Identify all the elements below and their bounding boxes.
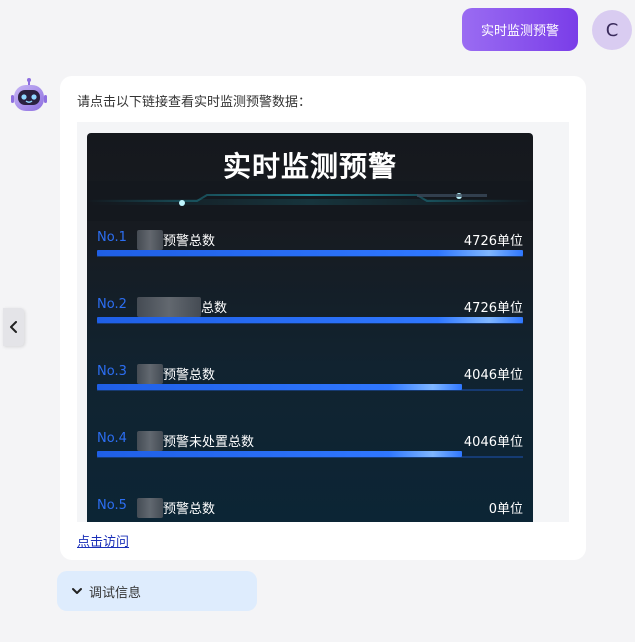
user-avatar-letter: C: [605, 19, 619, 41]
ranking-row: No.4 预警未处置总数 4046单位: [97, 431, 523, 471]
ranking-item-name: 总数: [201, 301, 228, 316]
user-message-bubble: 实时监测预警: [462, 8, 578, 51]
progress-fill: [97, 250, 523, 256]
dashboard-header-decoration: [87, 181, 533, 221]
redacted-name-block: [137, 297, 201, 317]
ranking-value: 4046单位: [463, 435, 523, 450]
ranking-item-name: 预警总数: [163, 368, 216, 383]
visit-link[interactable]: 点击访问: [77, 531, 129, 550]
user-avatar[interactable]: C: [592, 10, 632, 50]
chevron-left-icon: [9, 321, 17, 333]
ranking-number: No.5: [97, 498, 127, 513]
debug-info-toggle[interactable]: 调试信息: [57, 571, 257, 611]
monitoring-dashboard-preview[interactable]: 实时监测预警 No.1 预警总数 4726单位 No.2 总数 4726单位 No.3 预警总…: [87, 133, 533, 522]
ranking-row: No.1 预警总数 4726单位: [97, 230, 523, 270]
ranking-number: No.2: [97, 297, 127, 312]
ranking-value: 4726单位: [463, 301, 523, 316]
ranking-item-name: 预警总数: [163, 502, 216, 517]
chevron-down-icon: [72, 588, 82, 594]
ranking-value: 0单位: [488, 502, 523, 517]
progress-fill: [97, 384, 462, 390]
ranking-row: No.3 预警总数 4046单位: [97, 364, 523, 404]
ranking-item-name: 预警总数: [163, 234, 216, 249]
redacted-name-block: [137, 364, 163, 384]
ranking-value: 4046单位: [463, 368, 523, 383]
progress-fill: [97, 317, 523, 323]
ranking-row: No.5 预警总数 0单位: [97, 498, 523, 522]
bot-intro-text: 请点击以下链接查看实时监测预警数据：: [77, 95, 312, 110]
redacted-name-block: [137, 431, 163, 451]
ranking-number: No.1: [97, 230, 127, 245]
progress-fill: [97, 451, 462, 457]
debug-info-label: 调试信息: [89, 585, 142, 601]
ranking-item-name: 预警未处置总数: [163, 435, 255, 450]
sidebar-toggle-button[interactable]: [3, 308, 24, 346]
ranking-number: No.4: [97, 431, 127, 446]
redacted-name-block: [137, 498, 163, 518]
ranking-value: 4726单位: [463, 234, 523, 249]
dashboard-title: 实时监测预警: [222, 150, 397, 183]
ranking-row: No.2 总数 4726单位: [97, 297, 523, 337]
user-message-text: 实时监测预警: [480, 24, 559, 39]
ranking-number: No.3: [97, 364, 127, 379]
redacted-name-block: [137, 230, 163, 250]
robot-icon: [10, 77, 48, 115]
